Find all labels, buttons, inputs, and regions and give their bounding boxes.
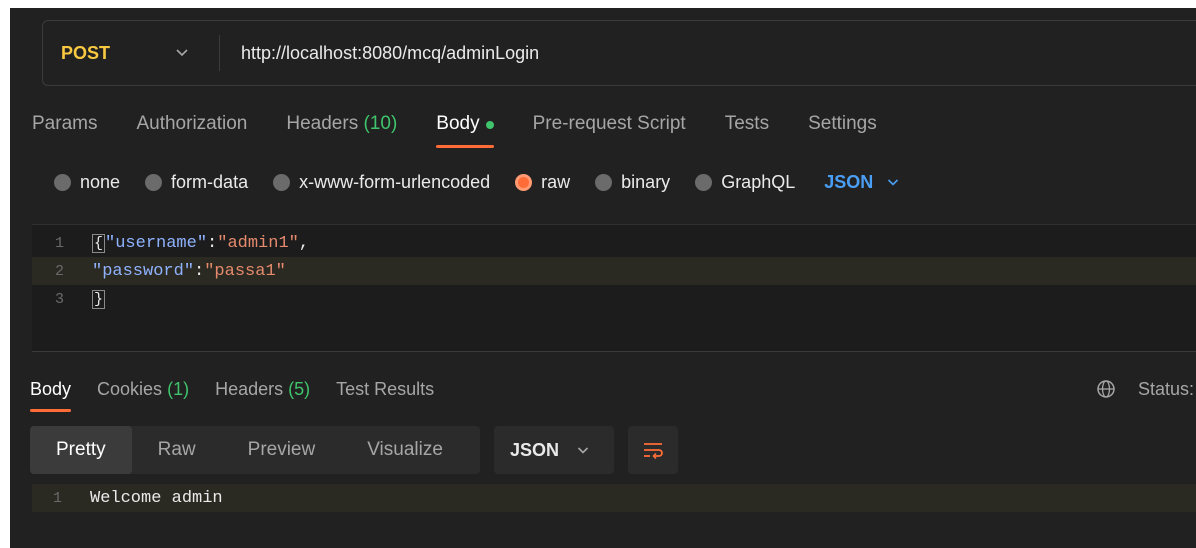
method-select[interactable]: POST xyxy=(61,21,110,85)
body-type-raw[interactable]: raw xyxy=(515,172,570,193)
response-tabs: Body Cookies (1) Headers (5) Test Result… xyxy=(30,374,460,412)
response-tab-headers[interactable]: Headers (5) xyxy=(215,379,310,400)
chevron-down-icon xyxy=(577,443,589,458)
line-number: 3 xyxy=(54,290,64,308)
response-text: Welcome admin xyxy=(90,488,223,508)
tab-body[interactable]: Body xyxy=(436,108,494,148)
request-url-bar: POST http://localhost:8080/mcq/adminLogi… xyxy=(42,20,1196,86)
radio-icon[interactable] xyxy=(695,173,713,191)
radio-icon[interactable] xyxy=(273,173,291,191)
response-tab-test-results[interactable]: Test Results xyxy=(336,379,434,400)
json-value: "admin1" xyxy=(217,233,299,253)
response-tab-cookies[interactable]: Cookies (1) xyxy=(97,379,189,400)
url-divider xyxy=(219,35,220,71)
json-value: "passa1" xyxy=(204,261,286,281)
url-input[interactable]: http://localhost:8080/mcq/adminLogin xyxy=(241,21,1141,85)
active-tab-indicator xyxy=(436,145,494,148)
radio-icon[interactable] xyxy=(595,173,613,191)
code-line-current: 2 "password":"passa1" xyxy=(32,257,1196,285)
body-type-graphql[interactable]: GraphQL xyxy=(695,172,795,193)
response-status-label: Status: xyxy=(1138,378,1195,399)
view-raw-button[interactable]: Raw xyxy=(132,426,222,474)
line-number: 2 xyxy=(54,262,64,280)
code-line: 3 } xyxy=(32,285,1196,313)
body-type-form-data[interactable]: form-data xyxy=(145,172,248,193)
body-type-binary[interactable]: binary xyxy=(595,172,670,193)
raw-format-dropdown[interactable]: JSON xyxy=(824,172,899,193)
body-type-urlencoded[interactable]: x-www-form-urlencoded xyxy=(273,172,490,193)
radio-selected-icon[interactable] xyxy=(515,173,533,191)
postman-window: POST http://localhost:8080/mcq/adminLogi… xyxy=(10,8,1196,548)
globe-icon[interactable] xyxy=(1096,374,1118,404)
body-type-options: none form-data x-www-form-urlencoded raw… xyxy=(54,168,899,196)
response-view-switcher: Pretty Raw Preview Visualize xyxy=(30,426,480,474)
tab-tests[interactable]: Tests xyxy=(725,108,769,140)
response-format-dropdown[interactable]: JSON xyxy=(494,426,614,474)
view-visualize-button[interactable]: Visualize xyxy=(341,426,469,474)
tab-headers[interactable]: Headers (10) xyxy=(286,108,397,140)
view-pretty-button[interactable]: Pretty xyxy=(30,426,132,474)
chevron-down-icon[interactable] xyxy=(175,21,189,85)
tab-params[interactable]: Params xyxy=(32,108,97,140)
request-tabs: Params Authorization Headers (10) Body P… xyxy=(32,108,916,148)
chevron-down-icon xyxy=(887,175,899,190)
radio-icon[interactable] xyxy=(54,173,71,191)
brace-match: { xyxy=(92,233,106,253)
radio-icon[interactable] xyxy=(145,173,163,191)
brace-match: } xyxy=(92,289,106,309)
active-tab-indicator xyxy=(30,408,72,412)
modified-dot-icon xyxy=(485,121,494,129)
body-type-none[interactable]: none xyxy=(54,172,120,193)
response-tab-body[interactable]: Body xyxy=(30,379,72,412)
line-number: 1 xyxy=(54,234,64,252)
tab-pre-request-script[interactable]: Pre-request Script xyxy=(533,108,686,140)
tab-settings[interactable]: Settings xyxy=(808,108,877,140)
json-key: "password" xyxy=(92,261,195,281)
response-body-line: 1 Welcome admin xyxy=(32,484,1196,512)
code-line: 1 {"username":"admin1", xyxy=(32,229,1196,257)
view-preview-button[interactable]: Preview xyxy=(222,426,342,474)
wrap-lines-icon xyxy=(644,443,663,460)
json-key: "username" xyxy=(105,233,208,253)
tab-authorization[interactable]: Authorization xyxy=(136,108,247,140)
wrap-lines-button[interactable] xyxy=(628,426,678,474)
line-number: 1 xyxy=(52,489,62,507)
headers-count: (10) xyxy=(363,113,398,134)
request-body-editor[interactable]: 1 {"username":"admin1", 2 "password":"pa… xyxy=(32,224,1196,352)
